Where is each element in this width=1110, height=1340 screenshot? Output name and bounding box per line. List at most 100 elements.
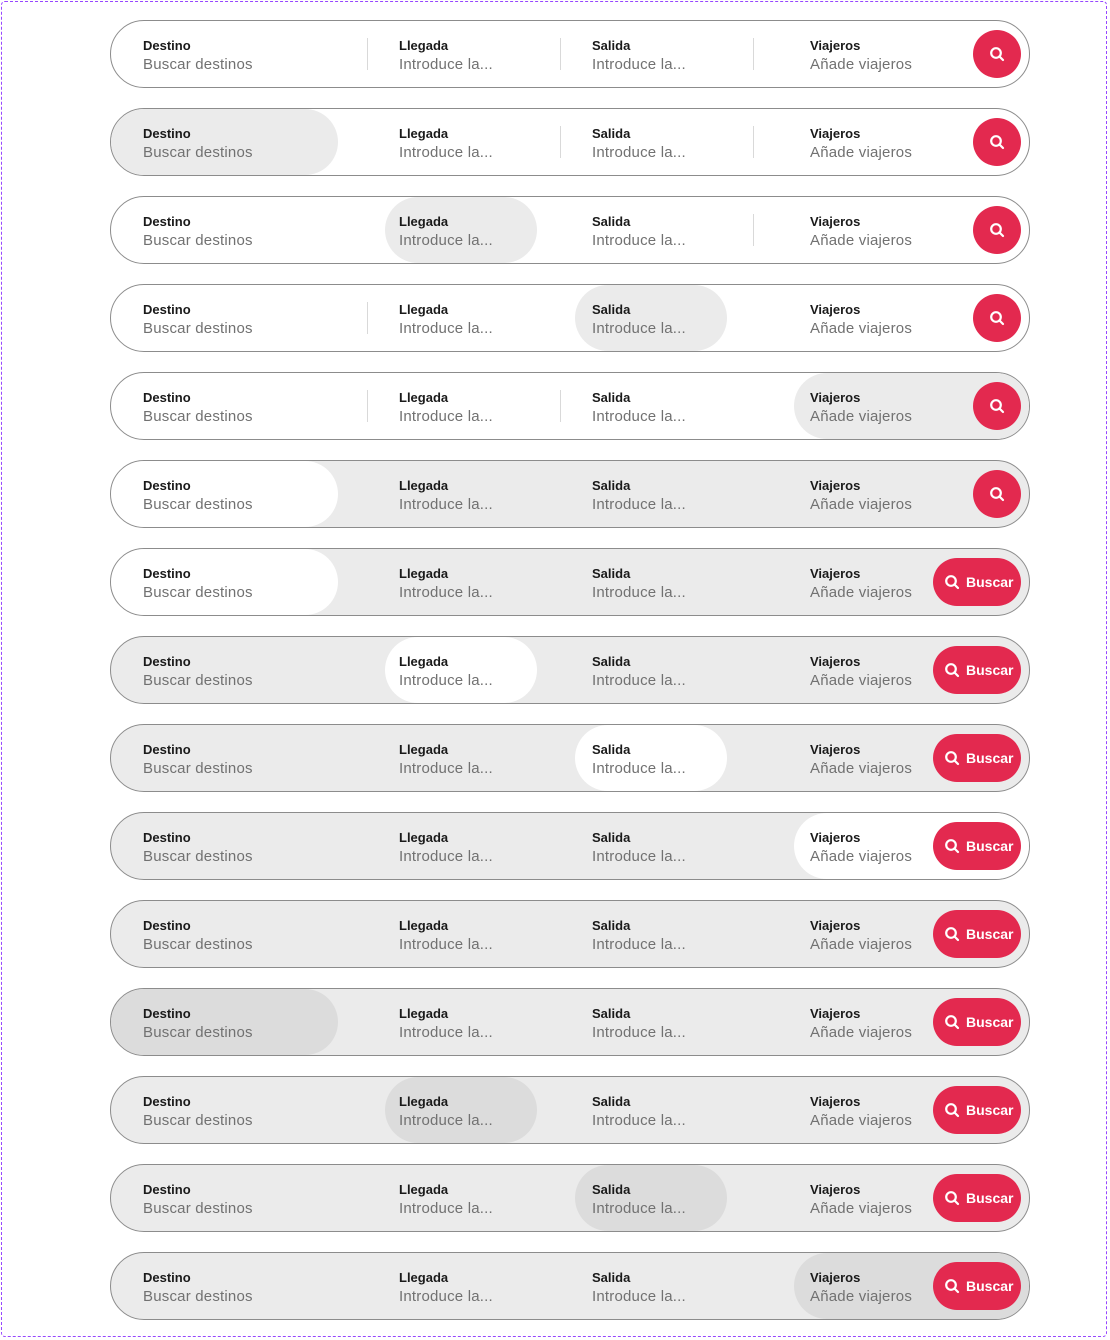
field-destino[interactable] (111, 1165, 366, 1231)
search-button[interactable] (973, 206, 1021, 254)
field-placeholder-destino: Buscar destinos (143, 408, 253, 425)
field-salida[interactable] (562, 461, 752, 527)
field-llegada[interactable] (369, 285, 559, 351)
field-viajeros[interactable] (755, 373, 965, 439)
search-button[interactable]: Buscar (933, 998, 1021, 1046)
field-placeholder-viajeros: Añade viajeros (810, 232, 913, 249)
field-salida[interactable] (562, 1077, 752, 1143)
field-llegada[interactable] (369, 109, 559, 175)
field-destino[interactable] (111, 109, 366, 175)
search-button-label: Buscar (966, 926, 1014, 942)
search-bar: Destino Buscar destinos Llegada Introduce l… (110, 1164, 1030, 1232)
search-icon (989, 46, 1005, 62)
search-button[interactable]: Buscar (933, 558, 1021, 606)
search-button[interactable]: Buscar (933, 910, 1021, 958)
field-salida[interactable] (562, 725, 752, 791)
search-icon (944, 662, 960, 678)
field-salida[interactable] (562, 21, 752, 87)
search-button[interactable]: Buscar (933, 734, 1021, 782)
field-salida[interactable] (562, 549, 752, 615)
field-destino[interactable] (111, 373, 366, 439)
field-viajeros[interactable] (755, 109, 965, 175)
field-label-llegada: Llegada (399, 302, 449, 317)
search-bar: Destino Buscar destinos Llegada Introduce l… (110, 1076, 1030, 1144)
field-label-viajeros: Viajeros (810, 390, 861, 405)
search-button[interactable]: Buscar (933, 1086, 1021, 1134)
field-llegada[interactable] (369, 373, 559, 439)
field-label-destino: Destino (143, 390, 191, 405)
field-destino[interactable] (111, 285, 366, 351)
field-placeholder-destino: Buscar destinos (143, 144, 253, 161)
search-button[interactable] (973, 470, 1021, 518)
field-placeholder-salida: Introduce la... (592, 1200, 686, 1217)
field-placeholder-destino: Buscar destinos (143, 584, 253, 601)
field-label-destino: Destino (143, 126, 191, 141)
field-llegada[interactable] (369, 197, 559, 263)
field-viajeros[interactable] (755, 461, 965, 527)
field-salida[interactable] (562, 637, 752, 703)
field-placeholder-viajeros: Añade viajeros (810, 848, 913, 865)
field-salida[interactable] (562, 1165, 752, 1231)
field-placeholder-salida: Introduce la... (592, 760, 686, 777)
search-button[interactable]: Buscar (933, 1262, 1021, 1310)
field-destino[interactable] (111, 1077, 366, 1143)
field-placeholder-llegada: Introduce la... (399, 672, 493, 689)
search-bar: Destino Buscar destinos Llegada Introduce l… (110, 460, 1030, 528)
field-placeholder-viajeros: Añade viajeros (810, 936, 913, 953)
field-destino[interactable] (111, 725, 366, 791)
field-llegada[interactable] (369, 725, 559, 791)
field-destino[interactable] (111, 197, 366, 263)
search-icon (944, 1014, 960, 1030)
field-llegada[interactable] (369, 1253, 559, 1319)
field-salida[interactable] (562, 989, 752, 1055)
field-destino[interactable] (111, 549, 366, 615)
field-viajeros[interactable] (755, 21, 965, 87)
field-salida[interactable] (562, 1253, 752, 1319)
field-destino[interactable] (111, 813, 366, 879)
field-salida[interactable] (562, 285, 752, 351)
field-llegada[interactable] (369, 637, 559, 703)
field-label-destino: Destino (143, 302, 191, 317)
search-button[interactable]: Buscar (933, 822, 1021, 870)
field-placeholder-salida: Introduce la... (592, 584, 686, 601)
field-divider (560, 126, 561, 158)
field-placeholder-viajeros: Añade viajeros (810, 496, 913, 513)
search-button[interactable]: Buscar (933, 1174, 1021, 1222)
field-divider (367, 390, 368, 422)
field-llegada[interactable] (369, 813, 559, 879)
field-placeholder-salida: Introduce la... (592, 936, 686, 953)
field-salida[interactable] (562, 901, 752, 967)
search-button-label: Buscar (966, 750, 1014, 766)
field-llegada[interactable] (369, 461, 559, 527)
search-button-label: Buscar (966, 574, 1014, 590)
field-placeholder-viajeros: Añade viajeros (810, 1200, 913, 1217)
search-button[interactable] (973, 294, 1021, 342)
field-llegada[interactable] (369, 1165, 559, 1231)
search-button[interactable] (973, 118, 1021, 166)
field-label-llegada: Llegada (399, 1094, 449, 1109)
field-label-viajeros: Viajeros (810, 742, 861, 757)
field-salida[interactable] (562, 197, 752, 263)
field-llegada[interactable] (369, 989, 559, 1055)
field-llegada[interactable] (369, 549, 559, 615)
field-label-viajeros: Viajeros (810, 1094, 861, 1109)
field-viajeros[interactable] (755, 285, 965, 351)
field-destino[interactable] (111, 637, 366, 703)
search-button[interactable]: Buscar (933, 646, 1021, 694)
field-destino[interactable] (111, 1253, 366, 1319)
field-destino[interactable] (111, 461, 366, 527)
search-button[interactable] (973, 382, 1021, 430)
field-destino[interactable] (111, 989, 366, 1055)
field-destino[interactable] (111, 21, 366, 87)
field-destino[interactable] (111, 901, 366, 967)
field-label-salida: Salida (592, 390, 631, 405)
field-salida[interactable] (562, 109, 752, 175)
field-llegada[interactable] (369, 21, 559, 87)
field-llegada[interactable] (369, 901, 559, 967)
field-salida[interactable] (562, 813, 752, 879)
field-viajeros[interactable] (755, 197, 965, 263)
field-placeholder-salida: Introduce la... (592, 320, 686, 337)
field-salida[interactable] (562, 373, 752, 439)
search-button[interactable] (973, 30, 1021, 78)
field-llegada[interactable] (369, 1077, 559, 1143)
